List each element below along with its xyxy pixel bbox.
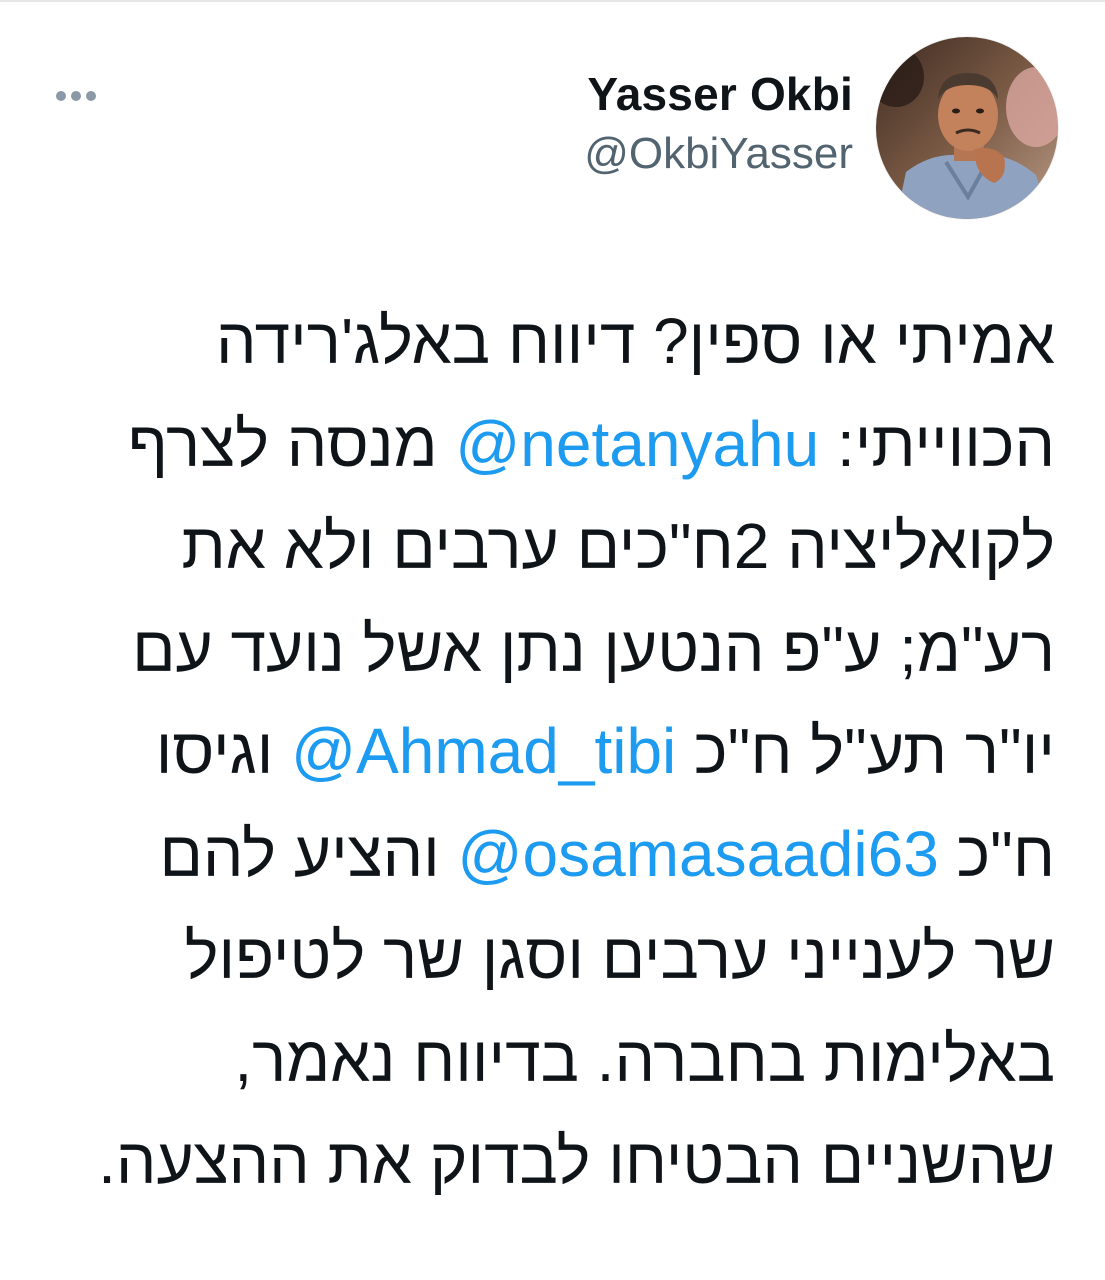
- mention-link[interactable]: @Ahmad_tibi: [291, 715, 676, 787]
- tweet-line: אמיתי או ספין? דיווח באלג'רידה: [55, 290, 1055, 393]
- author-handle[interactable]: @OkbiYasser: [584, 126, 853, 182]
- tweet-line-text: שר לענייני ערבים וסגן שר לטיפול: [184, 920, 1055, 992]
- tweet-line: שהשניים הבטיחו לבדוק את ההצעה.: [55, 1110, 1055, 1213]
- tweet-line-text: מנסה לצרף: [128, 407, 456, 480]
- tweet-line: לקואליציה 2ח"כים ערבים ולא את: [55, 495, 1055, 598]
- tweet-line-text: שהשניים הבטיחו לבדוק את ההצעה.: [98, 1125, 1055, 1197]
- tweet-line: הכווייתי: @netanyahu מנסה לצרף: [55, 393, 1055, 496]
- tweet-line-text: וגיסו: [155, 715, 292, 787]
- more-horizontal-icon: [56, 91, 96, 101]
- tweet-line: רע"מ; ע"פ הנטען נתן אשל נועד עם: [55, 598, 1055, 701]
- more-options-button[interactable]: [48, 78, 104, 114]
- mention-link[interactable]: @netanyahu: [455, 408, 819, 480]
- author-info[interactable]: Yasser Okbi @OkbiYasser: [584, 66, 853, 182]
- tweet-header: Yasser Okbi @OkbiYasser: [0, 0, 1105, 240]
- tweet-line: באלימות בחברה. בדיווח נאמר,: [55, 1008, 1055, 1111]
- tweet-line: שר לענייני ערבים וסגן שר לטיפול: [55, 905, 1055, 1008]
- mention-link[interactable]: @osamasaadi63: [458, 818, 939, 890]
- tweet-line-text: רע"מ; ע"פ הנטען נתן אשל נועד עם: [132, 612, 1055, 685]
- tweet-line-text: יו"ר תע"ל ח"כ: [676, 715, 1055, 787]
- tweet-line-text: באלימות בחברה. בדיווח נאמר,: [234, 1022, 1055, 1095]
- tweet-line: ח"כ @osamasaadi63 והציע להם: [55, 803, 1055, 906]
- author-display-name[interactable]: Yasser Okbi: [584, 66, 853, 122]
- tweet-line-text: לקואליציה 2ח"כים ערבים ולא את: [181, 510, 1055, 582]
- tweet-text: אמיתי או ספין? דיווח באלג'רידה הכווייתי: …: [55, 290, 1055, 1213]
- tweet-line-text: אמיתי או ספין? דיווח באלג'רידה: [216, 305, 1055, 377]
- tweet-line-text: הכווייתי:: [819, 407, 1055, 480]
- tweet-line-text: והציע להם: [159, 817, 458, 890]
- profile-photo: [876, 37, 1058, 219]
- tweet-line: יו"ר תע"ל ח"כ @Ahmad_tibi וגיסו: [55, 700, 1055, 803]
- avatar[interactable]: [876, 37, 1058, 219]
- tweet-line-text: ח"כ: [938, 817, 1055, 890]
